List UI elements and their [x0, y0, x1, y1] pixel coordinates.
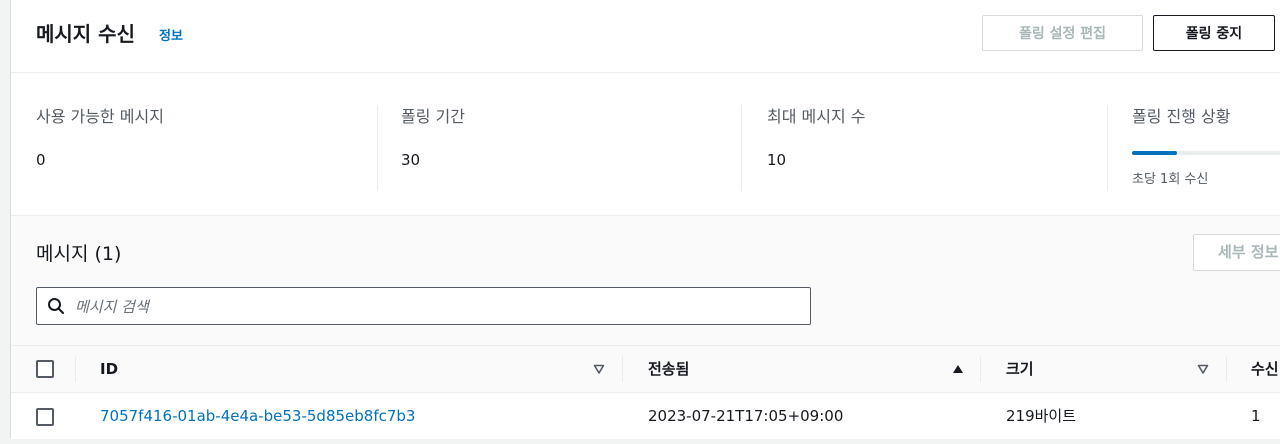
sort-down-icon[interactable] [593, 363, 605, 375]
stat-divider [1107, 105, 1108, 191]
stat-polling-progress: 폴링 진행 상황 초당 1회 수신 [1132, 103, 1280, 193]
info-link[interactable]: 정보 [159, 25, 183, 44]
search-icon [48, 298, 64, 314]
stat-polling-duration: 폴링 기간 30 [401, 103, 465, 193]
stat-divider [741, 105, 742, 191]
message-receive-count: 1 [1251, 407, 1261, 425]
column-header-size[interactable]: 크기 [1006, 346, 1034, 392]
sort-down-icon[interactable] [1197, 363, 1209, 375]
page-title: 메시지 수신 [36, 22, 135, 46]
message-id-link[interactable]: 7057f416-01ab-4e4a-be53-5d85eb8fc7b3 [100, 393, 415, 439]
stat-label: 폴링 진행 상황 [1132, 107, 1231, 126]
select-all-checkbox[interactable] [36, 360, 54, 378]
stat-value: 10 [767, 151, 787, 169]
column-separator [622, 356, 623, 382]
column-separator [75, 356, 76, 382]
sort-up-icon[interactable] [952, 363, 964, 375]
row-checkbox[interactable] [36, 408, 54, 426]
stat-value: 30 [401, 151, 421, 169]
stat-label: 사용 가능한 메시지 [36, 107, 164, 126]
column-header-received[interactable]: 수신 [1251, 346, 1279, 392]
stat-value: 0 [36, 151, 46, 169]
column-separator [1226, 356, 1227, 382]
table-header-row: ID 전송됨 크기 수신 [11, 345, 1280, 393]
stop-polling-button[interactable]: 폴링 중지 [1153, 15, 1275, 51]
polling-progress-bar [1132, 151, 1280, 155]
stat-divider [377, 105, 378, 191]
stat-label: 최대 메시지 수 [767, 107, 866, 126]
message-sent-time: 2023-07-21T17:05+09:00 [648, 407, 844, 425]
stat-label: 폴링 기간 [401, 107, 465, 126]
table-row[interactable]: 7057f416-01ab-4e4a-be53-5d85eb8fc7b3 202… [11, 393, 1280, 439]
polling-rate-text: 초당 1회 수신 [1132, 172, 1209, 187]
view-details-button[interactable]: 세부 정보 [1193, 234, 1280, 271]
polling-stats: 사용 가능한 메시지 0 폴링 기간 30 최대 메시지 수 10 폴링 진행 … [11, 73, 1280, 216]
column-separator [980, 356, 981, 382]
messages-section: 메시지 (1) 세부 정보 ID 전송됨 [11, 216, 1280, 439]
search-box[interactable] [36, 287, 811, 325]
stat-max-messages: 최대 메시지 수 10 [767, 103, 866, 193]
messages-table: ID 전송됨 크기 수신 7057f416-01ab-4e4a-be53-5d8… [11, 345, 1280, 439]
column-header-sent[interactable]: 전송됨 [648, 346, 689, 392]
edit-polling-settings-button[interactable]: 폴링 설정 편집 [982, 15, 1143, 51]
stat-available-messages: 사용 가능한 메시지 0 [36, 103, 164, 193]
messages-title: 메시지 (1) [36, 243, 122, 265]
message-size: 219바이트 [1006, 407, 1077, 425]
search-input[interactable] [73, 292, 797, 322]
receive-messages-panel: 메시지 수신 정보 폴링 설정 편집 폴링 중지 사용 가능한 메시지 0 폴링… [10, 0, 1280, 439]
panel-header: 메시지 수신 정보 폴링 설정 편집 폴링 중지 [11, 0, 1280, 73]
polling-progress-fill [1132, 151, 1177, 155]
column-header-id[interactable]: ID [100, 346, 118, 392]
